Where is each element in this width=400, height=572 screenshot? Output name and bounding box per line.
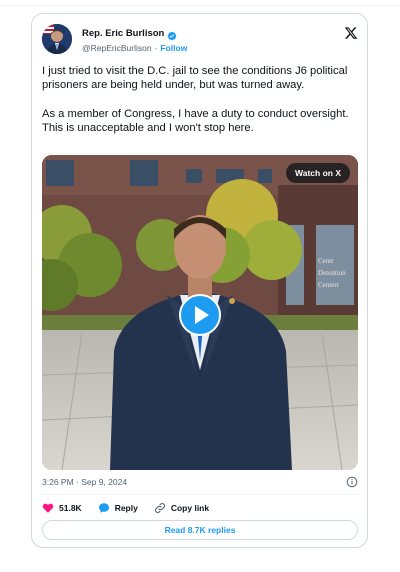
like-count: 51.8K (59, 503, 82, 513)
video-player[interactable]: Centr Detention Centerr Watch on X (42, 155, 358, 470)
post-paragraph-2: As a member of Congress, I have a duty t… (42, 107, 349, 134)
avatar[interactable] (42, 24, 72, 54)
post-text: I just tried to visit the D.C. jail to s… (42, 64, 360, 135)
x-logo-icon[interactable] (344, 26, 358, 40)
copy-link-button[interactable]: Copy link (154, 502, 209, 514)
building-sign-line-1: Centr (318, 257, 334, 265)
reply-label: Reply (114, 503, 138, 513)
post-timestamp[interactable]: 3:26 PM · Sep 9, 2024 (42, 477, 127, 487)
info-icon[interactable] (346, 476, 358, 488)
separator-dot: · (154, 43, 158, 53)
author-name[interactable]: Rep. Eric Burlison (82, 28, 164, 39)
building-sign-line-2: Detention (318, 269, 346, 277)
post-actions: 51.8K Reply Copy link (42, 501, 225, 515)
verified-badge-icon (167, 28, 177, 41)
speech-bubble-icon (98, 503, 109, 513)
post-paragraph-1: I just tried to visit the D.C. jail to s… (42, 65, 348, 92)
reply-button[interactable]: Reply (98, 502, 138, 514)
read-replies-button[interactable]: Read 8.7K replies (42, 520, 358, 540)
page-top-strip (0, 0, 400, 6)
author-handle[interactable]: @RepEricBurlison (82, 43, 152, 53)
post-header: Rep. Eric Burlison @RepEricBurlison · Fo… (42, 24, 358, 64)
author-handle-row: @RepEricBurlison · Follow (82, 42, 187, 54)
post-meta: 3:26 PM · Sep 9, 2024 (42, 476, 358, 489)
link-icon (154, 503, 165, 513)
copy-link-label: Copy link (170, 503, 210, 513)
divider (42, 494, 358, 495)
follow-button[interactable]: Follow (160, 43, 187, 53)
building-sign-line-3: Centerr (318, 281, 340, 289)
author-name-row: Rep. Eric Burlison (82, 26, 177, 41)
play-icon[interactable] (179, 294, 221, 336)
heart-icon (42, 503, 54, 513)
like-button[interactable]: 51.8K (42, 502, 82, 514)
watch-on-x-button[interactable]: Watch on X (286, 163, 350, 183)
embedded-post-card[interactable]: Rep. Eric Burlison @RepEricBurlison · Fo… (31, 13, 368, 548)
